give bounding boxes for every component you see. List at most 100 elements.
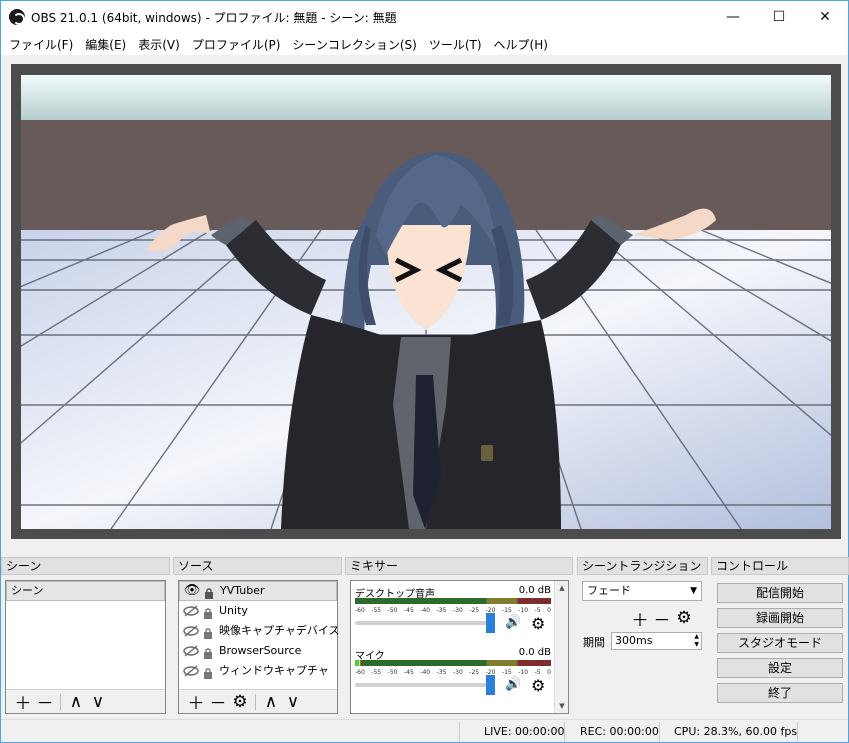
duration-spinbox[interactable]: 300ms ▲ ▼ — [611, 632, 702, 650]
duration-value: 300ms — [615, 634, 653, 647]
remove-transition-button[interactable]: － — [651, 607, 673, 631]
mixer-panel: デスクトップ音声 0.0 dB -60 -55 -50 -45 -40 -35 -30 -25… — [350, 580, 569, 714]
list-item[interactable]: Unity — [179, 601, 337, 621]
preview-canvas[interactable] — [21, 75, 831, 529]
transition-properties-button[interactable]: ⚙ — [673, 607, 695, 629]
source-properties-button[interactable]: ⚙ — [229, 691, 251, 713]
settings-button[interactable]: 設定 — [717, 658, 843, 678]
divider — [659, 722, 660, 742]
mixer-scrollbar[interactable]: ▲ ▼ — [554, 581, 568, 713]
divider — [60, 693, 61, 710]
list-item[interactable]: 映像キャプチャデバイス — [179, 621, 340, 641]
exit-button[interactable]: 終了 — [717, 683, 843, 703]
studio-mode-button[interactable]: スタジオモード — [717, 633, 843, 653]
gear-icon[interactable]: ⚙ — [531, 676, 549, 695]
menu-view[interactable]: 表示(V) — [132, 36, 186, 53]
remove-source-button[interactable]: － — [207, 691, 229, 714]
menu-profile[interactable]: プロファイル(P) — [186, 36, 287, 53]
eye-hidden-icon[interactable] — [183, 625, 199, 637]
menu-scene-collection[interactable]: シーンコレクション(S) — [286, 36, 422, 53]
gear-icon[interactable]: ⚙ — [531, 614, 549, 633]
add-transition-button[interactable]: ＋ — [629, 607, 651, 631]
volume-slider[interactable] — [355, 613, 495, 633]
scenes-list[interactable]: シーン ＋ － ∧ ∨ — [5, 580, 166, 714]
add-scene-button[interactable]: ＋ — [12, 691, 34, 714]
sources-list[interactable]: 👁 YVTuber Unity 映像キャプチャデバイス BrowserSourc… — [178, 580, 340, 714]
list-item[interactable]: シーン — [6, 581, 165, 601]
menu-help[interactable]: ヘルプ(H) — [488, 36, 554, 53]
menu-tools[interactable]: ツール(T) — [423, 36, 488, 53]
divider — [797, 722, 798, 742]
meter-tick-label: -5 — [534, 669, 541, 676]
meter-tick-label: -55 — [371, 669, 382, 676]
live-status: LIVE: 00:00:00 — [484, 725, 565, 738]
divider — [459, 722, 460, 742]
list-item[interactable]: BrowserSource — [179, 641, 337, 661]
meter-tick-label: -25 — [469, 607, 480, 614]
eye-hidden-icon[interactable] — [183, 605, 199, 617]
start-recording-button[interactable]: 録画開始 — [717, 608, 843, 628]
slider-handle[interactable] — [486, 675, 495, 695]
meter-tick-label: -15 — [501, 669, 512, 676]
mixer-dock-title: ミキサー — [345, 557, 573, 575]
obs-logo-icon — [9, 9, 25, 25]
menu-edit[interactable]: 編集(E) — [79, 36, 132, 53]
scene-label: シーン — [11, 584, 44, 597]
meter-tick-label: -30 — [452, 669, 463, 676]
speaker-icon[interactable]: 🔊 — [505, 615, 523, 631]
add-source-button[interactable]: ＋ — [185, 691, 207, 714]
move-down-button[interactable]: ∨ — [87, 691, 109, 713]
meter-tick-label: -50 — [387, 669, 398, 676]
lock-icon[interactable] — [203, 606, 213, 619]
move-up-button[interactable]: ∧ — [260, 691, 282, 713]
title-bar: OBS 21.0.1 (64bit, windows) - プロファイル: 無題… — [1, 1, 848, 33]
move-up-button[interactable]: ∧ — [65, 691, 87, 713]
transition-select[interactable]: フェード ▼ — [582, 581, 702, 601]
dropdown-arrow-icon: ▼ — [690, 586, 697, 596]
meter-tick-label: -25 — [469, 669, 480, 676]
list-item[interactable]: ウィンドウキャプチャ — [179, 661, 337, 681]
move-down-button[interactable]: ∨ — [282, 691, 304, 713]
meter-tick-label: -40 — [420, 607, 431, 614]
obs-window: OBS 21.0.1 (64bit, windows) - プロファイル: 無題… — [0, 0, 849, 743]
remove-scene-button[interactable]: － — [34, 691, 56, 714]
transitions-dock-title: シーントランジション — [577, 557, 708, 575]
lock-icon[interactable] — [203, 646, 213, 659]
source-label: Unity — [219, 604, 248, 617]
window-title: OBS 21.0.1 (64bit, windows) - プロファイル: 無題… — [31, 10, 397, 25]
meter-tick-label: -10 — [518, 669, 529, 676]
close-button[interactable]: ✕ — [802, 1, 848, 33]
eye-hidden-icon[interactable] — [183, 665, 199, 677]
scroll-up-arrow[interactable]: ▲ — [555, 581, 569, 595]
slider-handle[interactable] — [486, 613, 495, 633]
maximize-button[interactable]: ☐ — [756, 1, 802, 33]
spin-arrows-icon[interactable]: ▲ ▼ — [694, 633, 699, 649]
meter-level — [355, 660, 361, 666]
speaker-icon[interactable]: 🔊 — [505, 677, 523, 693]
start-streaming-button[interactable]: 配信開始 — [717, 583, 843, 603]
meter-tick-label: -5 — [534, 607, 541, 614]
minimize-button[interactable]: — — [710, 1, 756, 33]
source-label: ウィンドウキャプチャ — [219, 664, 329, 677]
volume-slider[interactable] — [355, 675, 495, 695]
eye-icon[interactable]: 👁 — [184, 581, 201, 601]
meter-tick-label: 0 — [547, 669, 551, 676]
meter-tick-label: -45 — [403, 669, 414, 676]
window-controls: — ☐ ✕ — [710, 1, 848, 33]
transition-selected: フェード — [587, 584, 631, 597]
lock-icon[interactable] — [203, 666, 213, 679]
lock-icon[interactable] — [204, 586, 214, 599]
meter-scale: -60 -55 -50 -45 -40 -35 -30 -25 -20 -15 -10 -5 0 — [355, 607, 551, 614]
meter-tick-label: -40 — [420, 669, 431, 676]
list-item[interactable]: 👁 YVTuber — [179, 581, 337, 601]
lock-icon[interactable] — [203, 626, 213, 639]
meter-tick-label: -45 — [403, 607, 414, 614]
source-label: BrowserSource — [219, 644, 302, 657]
eye-hidden-icon[interactable] — [183, 645, 199, 657]
menu-bar: ファイル(F) 編集(E) 表示(V) プロファイル(P) シーンコレクション(… — [1, 33, 848, 55]
menu-file[interactable]: ファイル(F) — [3, 36, 79, 53]
meter-tick-label: -60 — [355, 669, 365, 676]
scroll-down-arrow[interactable]: ▼ — [555, 699, 569, 713]
volume-meter — [355, 598, 551, 604]
meter-tick-label: -60 — [355, 607, 365, 614]
